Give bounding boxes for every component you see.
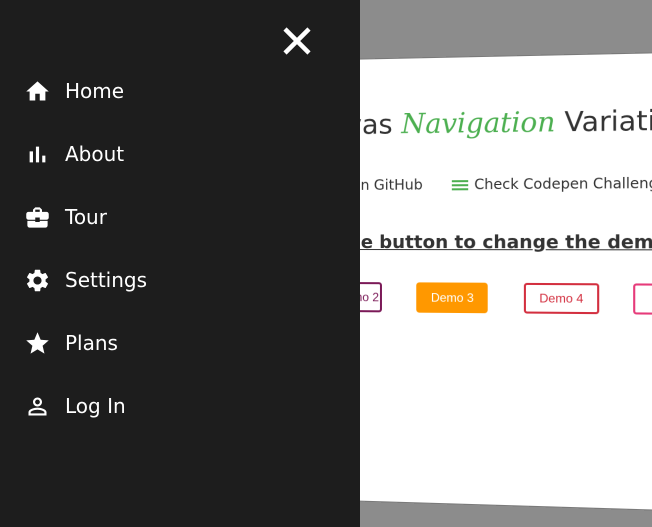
- star-icon: [24, 330, 51, 357]
- nav-drawer: Home About Tour Settings Plans Log In: [0, 0, 360, 527]
- menu-item-label: Home: [65, 79, 124, 103]
- list-icon: [452, 178, 468, 192]
- menu-item-label: Tour: [65, 205, 107, 229]
- instruction-text: he button to change the demo: [348, 232, 652, 254]
- menu-item-login[interactable]: Log In: [0, 381, 360, 431]
- demo-3-button[interactable]: Demo 3: [417, 282, 488, 313]
- gear-icon: [24, 267, 51, 294]
- menu-item-tour[interactable]: Tour: [0, 192, 360, 242]
- menu-item-settings[interactable]: Settings: [0, 255, 360, 305]
- page-title: vas Navigation Variatio: [346, 105, 652, 141]
- menu-item-label: Plans: [65, 331, 118, 355]
- briefcase-icon: [24, 204, 51, 231]
- header-links: on GitHub Check Codepen Challenge: [352, 176, 652, 194]
- github-link[interactable]: on GitHub: [352, 177, 423, 194]
- bar-chart-icon: [24, 141, 51, 168]
- demo-buttons: Demo 2 Demo 3 Demo 4: [340, 282, 652, 315]
- menu-item-about[interactable]: About: [0, 129, 360, 179]
- menu-item-plans[interactable]: Plans: [0, 318, 360, 368]
- background-page: vas Navigation Variatio on GitHub Check …: [340, 52, 652, 511]
- demo-4-button[interactable]: Demo 4: [524, 283, 599, 314]
- close-icon: [280, 24, 314, 58]
- person-icon: [24, 393, 51, 420]
- home-icon: [24, 78, 51, 105]
- close-button[interactable]: [280, 24, 314, 58]
- menu-item-label: Settings: [65, 268, 147, 292]
- menu-item-home[interactable]: Home: [0, 66, 360, 116]
- menu-item-label: About: [65, 142, 124, 166]
- codepen-link[interactable]: Check Codepen Challenge: [452, 176, 652, 194]
- demo-5-button[interactable]: [634, 283, 652, 314]
- menu-item-label: Log In: [65, 394, 126, 418]
